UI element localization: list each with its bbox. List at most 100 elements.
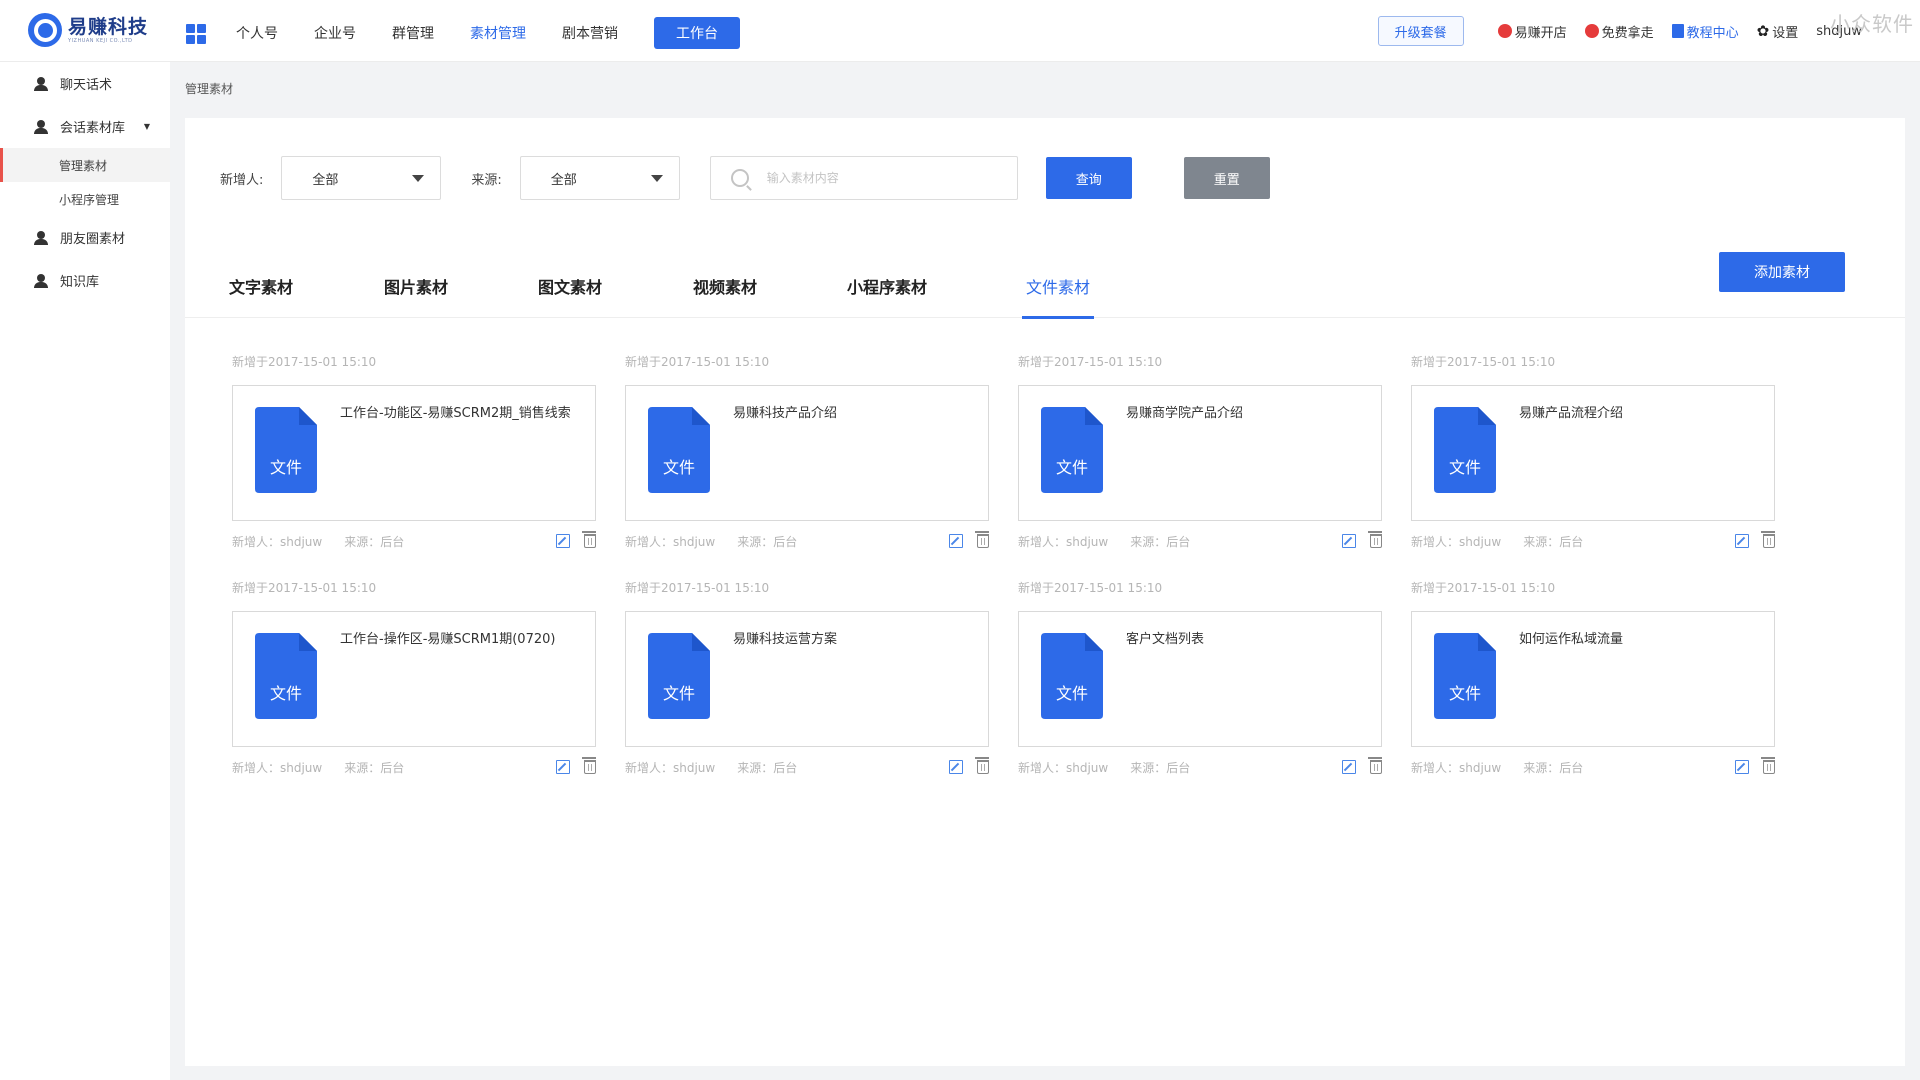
edit-icon[interactable] bbox=[949, 760, 963, 774]
file-card: 新增于2017-15-01 15:10 文件 易赚产品流程介绍 新增人：shdj… bbox=[1411, 352, 1775, 564]
trash-icon[interactable] bbox=[1761, 531, 1775, 548]
tab-image-material[interactable]: 图片素材 bbox=[384, 270, 448, 318]
card-source: 来源：后台 bbox=[737, 534, 798, 549]
query-button[interactable]: 查询 bbox=[1045, 157, 1132, 199]
file-icon: 文件 bbox=[1434, 633, 1496, 719]
trash-icon[interactable] bbox=[1368, 757, 1382, 774]
main-nav: 个人号 企业号 群管理 素材管理 剧本营销 工作台 bbox=[236, 16, 740, 50]
card-source: 来源：后台 bbox=[1130, 534, 1191, 549]
card-meta: 新增人：shdjuw 来源：后台 bbox=[625, 757, 989, 777]
file-title: 如何运作私域流量 bbox=[1519, 632, 1624, 647]
nav-personal-account[interactable]: 个人号 bbox=[236, 23, 278, 43]
trash-icon[interactable] bbox=[582, 757, 596, 774]
sidebar-item-moments-materials[interactable]: 朋友圈素材 bbox=[0, 216, 170, 259]
file-title: 易赚科技运营方案 bbox=[733, 632, 838, 647]
file-icon: 文件 bbox=[255, 407, 317, 493]
card-adder: 新增人：shdjuw bbox=[1018, 534, 1109, 549]
file-icon: 文件 bbox=[648, 407, 710, 493]
file-card-body[interactable]: 文件 易赚产品流程介绍 bbox=[1411, 385, 1775, 521]
edit-icon[interactable] bbox=[556, 534, 570, 548]
header-tools: 升级套餐 易赚开店 免费拿走 教程中心 ✿ 设置 shdjuw bbox=[1377, 0, 1880, 62]
trash-icon[interactable] bbox=[975, 757, 989, 774]
nav-group-management[interactable]: 群管理 bbox=[392, 23, 434, 43]
tab-image-text-material[interactable]: 图文素材 bbox=[538, 270, 602, 318]
sidebar-item-session-material-library[interactable]: 会话素材库 ▼ bbox=[0, 105, 170, 148]
card-source: 来源：后台 bbox=[344, 534, 405, 549]
edit-icon[interactable] bbox=[556, 760, 570, 774]
file-title: 客户文档列表 bbox=[1126, 632, 1205, 647]
user-icon bbox=[34, 273, 48, 288]
edit-icon[interactable] bbox=[1342, 534, 1356, 548]
material-tabs: 文字素材 图片素材 图文素材 视频素材 小程序素材 文件素材 bbox=[185, 270, 1905, 319]
apps-grid-icon[interactable] bbox=[186, 24, 206, 44]
open-store-link[interactable]: 易赚开店 bbox=[1497, 22, 1567, 41]
caret-down-icon: ▼ bbox=[143, 122, 150, 131]
sidebar-subitem-mini-program-management[interactable]: 小程序管理 bbox=[0, 182, 170, 216]
card-source: 来源：后台 bbox=[1523, 760, 1584, 775]
tab-text-material[interactable]: 文字素材 bbox=[229, 270, 293, 318]
content-panel: 新增人: 全部 来源: 全部 查询 重置 添加素材 文字素材 图片素材 图文素材… bbox=[185, 118, 1905, 1066]
file-card-body[interactable]: 文件 易赚科技产品介绍 bbox=[625, 385, 989, 521]
card-adder: 新增人：shdjuw bbox=[232, 534, 323, 549]
card-date: 新增于2017-15-01 15:10 bbox=[232, 355, 377, 369]
card-meta: 新增人：shdjuw 来源：后台 bbox=[1411, 531, 1775, 551]
reset-button[interactable]: 重置 bbox=[1183, 157, 1270, 199]
card-adder: 新增人：shdjuw bbox=[1411, 534, 1502, 549]
top-bar: 易赚科技 YIZHUAN KEJI CO.,LTD 个人号 企业号 群管理 素材… bbox=[0, 0, 1920, 62]
card-adder: 新增人：shdjuw bbox=[625, 760, 716, 775]
logo-icon bbox=[28, 13, 62, 47]
brand-logo[interactable]: 易赚科技 YIZHUAN KEJI CO.,LTD bbox=[28, 13, 148, 47]
file-title: 工作台-功能区-易赚SCRM2期_销售线索 bbox=[340, 406, 571, 421]
adder-select[interactable]: 全部 bbox=[281, 156, 442, 200]
file-card-body[interactable]: 文件 客户文档列表 bbox=[1018, 611, 1382, 747]
file-card-body[interactable]: 文件 如何运作私域流量 bbox=[1411, 611, 1775, 747]
tab-video-material[interactable]: 视频素材 bbox=[693, 270, 757, 318]
card-date: 新增于2017-15-01 15:10 bbox=[1018, 355, 1163, 369]
free-take-link[interactable]: 免费拿走 bbox=[1584, 22, 1654, 41]
file-card: 新增于2017-15-01 15:10 文件 易赚科技产品介绍 新增人：shdj… bbox=[625, 352, 989, 564]
card-adder: 新增人：shdjuw bbox=[232, 760, 323, 775]
nav-script-marketing[interactable]: 剧本营销 bbox=[562, 23, 618, 43]
file-icon: 文件 bbox=[1434, 407, 1496, 493]
sidebar-subitem-manage-materials[interactable]: 管理素材 bbox=[0, 148, 170, 182]
file-card: 新增于2017-15-01 15:10 文件 如何运作私域流量 新增人：shdj… bbox=[1411, 578, 1775, 790]
tab-file-material[interactable]: 文件素材 bbox=[1021, 270, 1095, 319]
file-card-body[interactable]: 文件 工作台-操作区-易赚SCRM1期(0720) bbox=[232, 611, 596, 747]
brand-name: 易赚科技 bbox=[68, 16, 149, 38]
breadcrumb: 管理素材 bbox=[185, 82, 234, 96]
card-meta: 新增人：shdjuw 来源：后台 bbox=[232, 531, 596, 551]
trash-icon[interactable] bbox=[975, 531, 989, 548]
workbench-button[interactable]: 工作台 bbox=[654, 17, 740, 49]
trash-icon[interactable] bbox=[1761, 757, 1775, 774]
trash-icon[interactable] bbox=[582, 531, 596, 548]
trash-icon[interactable] bbox=[1368, 531, 1382, 548]
card-source: 来源：后台 bbox=[344, 760, 405, 775]
sidebar-item-chat-scripts[interactable]: 聊天话术 bbox=[0, 62, 170, 105]
file-icon: 文件 bbox=[255, 633, 317, 719]
filter-bar: 新增人: 全部 来源: 全部 查询 重置 bbox=[220, 156, 1270, 200]
file-card: 新增于2017-15-01 15:10 文件 客户文档列表 新增人：shdjuw… bbox=[1018, 578, 1382, 790]
file-card: 新增于2017-15-01 15:10 文件 工作台-操作区-易赚SCRM1期(… bbox=[232, 578, 596, 790]
edit-icon[interactable] bbox=[1735, 760, 1749, 774]
tab-mini-program-material[interactable]: 小程序素材 bbox=[847, 270, 927, 318]
sidebar-item-knowledge-base[interactable]: 知识库 bbox=[0, 259, 170, 302]
source-select[interactable]: 全部 bbox=[519, 156, 680, 200]
edit-icon[interactable] bbox=[949, 534, 963, 548]
nav-material-management[interactable]: 素材管理 bbox=[470, 23, 526, 43]
upgrade-plan-button[interactable]: 升级套餐 bbox=[1377, 16, 1464, 46]
edit-icon[interactable] bbox=[1342, 760, 1356, 774]
search-input[interactable] bbox=[766, 171, 997, 185]
settings-link[interactable]: ✿ 设置 bbox=[1757, 22, 1799, 41]
book-icon bbox=[1671, 24, 1684, 38]
file-card-body[interactable]: 文件 易赚科技运营方案 bbox=[625, 611, 989, 747]
nav-enterprise-account[interactable]: 企业号 bbox=[314, 23, 356, 43]
file-title: 易赚商学院产品介绍 bbox=[1126, 406, 1244, 421]
watermark: 小众软件 bbox=[1830, 12, 1914, 36]
card-date: 新增于2017-15-01 15:10 bbox=[1411, 581, 1556, 595]
edit-icon[interactable] bbox=[1735, 534, 1749, 548]
file-card-body[interactable]: 文件 工作台-功能区-易赚SCRM2期_销售线索 bbox=[232, 385, 596, 521]
tutorial-center-link[interactable]: 教程中心 bbox=[1671, 22, 1739, 41]
file-card-body[interactable]: 文件 易赚商学院产品介绍 bbox=[1018, 385, 1382, 521]
caret-down-icon bbox=[650, 175, 663, 182]
card-date: 新增于2017-15-01 15:10 bbox=[232, 581, 377, 595]
